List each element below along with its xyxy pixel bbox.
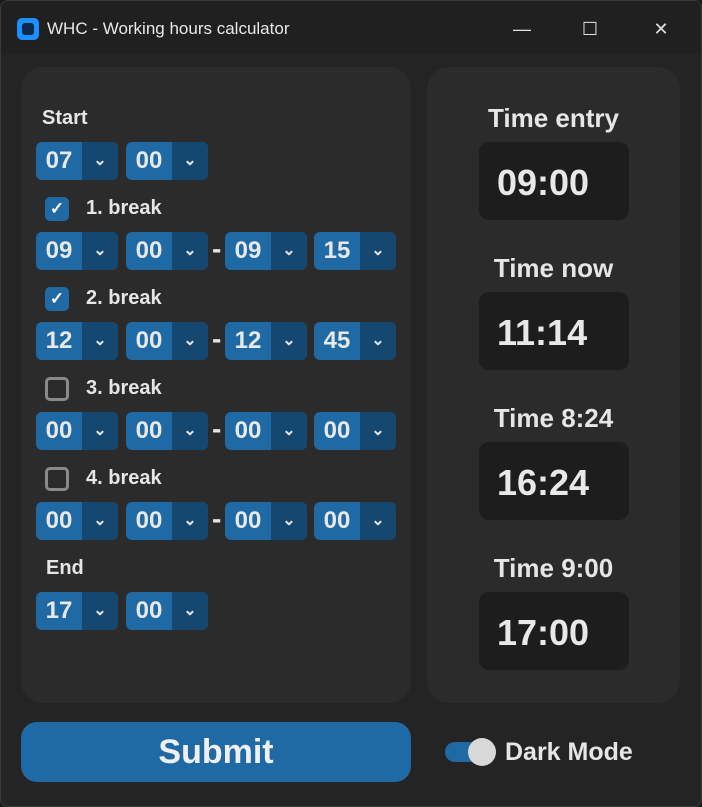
break-1-label: 1. break <box>86 197 162 219</box>
break-2-to-minute-select[interactable]: 45 ⌄ <box>314 322 396 360</box>
break-2-from-minute-select[interactable]: 00 ⌄ <box>126 322 208 360</box>
break-2-checkbox[interactable]: ✓ <box>45 287 69 311</box>
break-2-to-hour-value: 12 <box>234 327 262 354</box>
start-label: Start <box>42 107 88 129</box>
chevron-down-icon[interactable]: ⌄ <box>271 322 307 360</box>
result-label-4: Time 9:00 <box>493 553 614 583</box>
chevron-down-icon[interactable]: ⌄ <box>82 592 118 630</box>
break-4-from-hour-value: 00 <box>45 507 73 534</box>
start-minute-value: 00 <box>135 147 163 174</box>
break-4-to-hour-value: 00 <box>234 507 262 534</box>
chevron-down-icon[interactable]: ⌄ <box>271 502 307 540</box>
break-1-from-minute-select[interactable]: 00 ⌄ <box>126 232 208 270</box>
break-1-to-hour-select[interactable]: 09 ⌄ <box>225 232 307 270</box>
range-separator: - <box>212 323 222 354</box>
range-separator: - <box>212 233 222 264</box>
end-label: End <box>46 557 84 579</box>
range-separator: - <box>212 413 222 444</box>
break-2-to-minute-value: 45 <box>323 327 351 354</box>
chevron-down-icon[interactable]: ⌄ <box>172 502 208 540</box>
break-3-from-hour-select[interactable]: 00 ⌄ <box>36 412 118 450</box>
chevron-down-icon[interactable]: ⌄ <box>172 322 208 360</box>
break-1-from-minute-value: 00 <box>135 237 163 264</box>
break-2-to-hour-select[interactable]: 12 ⌄ <box>225 322 307 360</box>
break-4-from-minute-select[interactable]: 00 ⌄ <box>126 502 208 540</box>
chevron-down-icon[interactable]: ⌄ <box>360 322 396 360</box>
break-3-from-minute-select[interactable]: 00 ⌄ <box>126 412 208 450</box>
break-3-to-minute-select[interactable]: 00 ⌄ <box>314 412 396 450</box>
window-title: WHC - Working hours calculator <box>47 19 290 38</box>
start-hour-select[interactable]: 07 ⌄ <box>36 142 118 180</box>
result-label-1: Time entry <box>487 103 619 133</box>
break-1-to-minute-select[interactable]: 15 ⌄ <box>314 232 396 270</box>
break-3-from-minute-value: 00 <box>135 417 163 444</box>
break-2-from-minute-value: 00 <box>135 327 163 354</box>
app-icon <box>17 18 39 40</box>
break-4-from-minute-value: 00 <box>135 507 163 534</box>
result-label-2: Time now <box>493 253 614 283</box>
maximize-button[interactable]: ☐ <box>567 13 613 45</box>
result-value-box-1: 09:00 <box>479 142 629 220</box>
break-3-from-hour-value: 00 <box>45 417 73 444</box>
chevron-down-icon[interactable]: ⌄ <box>82 502 118 540</box>
chevron-down-icon[interactable]: ⌄ <box>82 142 118 180</box>
chevron-down-icon[interactable]: ⌄ <box>360 502 396 540</box>
break-3-to-hour-value: 00 <box>234 417 262 444</box>
chevron-down-icon[interactable]: ⌄ <box>360 232 396 270</box>
result-value-1: 09:00 <box>497 162 590 203</box>
start-minute-select[interactable]: 00 ⌄ <box>126 142 208 180</box>
break-3-checkbox[interactable] <box>45 377 69 401</box>
chevron-down-icon[interactable]: ⌄ <box>271 412 307 450</box>
title-bar: WHC - Working hours calculator — ☐ ✕ <box>1 1 701 53</box>
result-value-4: 17:00 <box>497 612 590 653</box>
break-4-checkbox[interactable] <box>45 467 69 491</box>
chevron-down-icon[interactable]: ⌄ <box>82 322 118 360</box>
chevron-down-icon[interactable]: ⌄ <box>172 142 208 180</box>
chevron-down-icon[interactable]: ⌄ <box>172 412 208 450</box>
switch-knob[interactable] <box>468 738 496 766</box>
break-2-label: 2. break <box>86 287 162 309</box>
chevron-down-icon[interactable]: ⌄ <box>172 592 208 630</box>
chevron-down-icon[interactable]: ⌄ <box>82 232 118 270</box>
break-4-to-minute-value: 00 <box>323 507 351 534</box>
break-1-to-hour-value: 09 <box>234 237 262 264</box>
result-value-box-3: 16:24 <box>479 442 629 520</box>
submit-button[interactable]: Submit <box>21 722 411 782</box>
result-value-3: 16:24 <box>497 462 590 503</box>
dark-mode-switch[interactable] <box>445 738 496 766</box>
dark-mode-label: Dark Mode <box>505 738 633 766</box>
result-value-box-2: 11:14 <box>479 292 629 370</box>
break-3-to-minute-value: 00 <box>323 417 351 444</box>
chevron-down-icon[interactable]: ⌄ <box>172 232 208 270</box>
end-hour-value: 17 <box>45 597 73 624</box>
result-label-3: Time 8:24 <box>493 403 614 433</box>
range-separator: - <box>212 503 222 534</box>
end-minute-value: 00 <box>135 597 163 624</box>
end-hour-select[interactable]: 17 ⌄ <box>36 592 118 630</box>
result-value-2: 11:14 <box>497 312 588 353</box>
break-4-to-minute-select[interactable]: 00 ⌄ <box>314 502 396 540</box>
break-4-label: 4. break <box>86 467 162 489</box>
chevron-down-icon[interactable]: ⌄ <box>360 412 396 450</box>
close-button[interactable]: ✕ <box>638 13 684 45</box>
break-1-from-hour-value: 09 <box>45 237 73 264</box>
break-4-to-hour-select[interactable]: 00 ⌄ <box>225 502 307 540</box>
break-1-checkbox[interactable]: ✓ <box>45 197 69 221</box>
break-1-to-minute-value: 15 <box>323 237 351 264</box>
minimize-button[interactable]: — <box>499 13 545 45</box>
start-hour-value: 07 <box>45 147 73 174</box>
break-4-from-hour-select[interactable]: 00 ⌄ <box>36 502 118 540</box>
result-value-box-4: 17:00 <box>479 592 629 670</box>
end-minute-select[interactable]: 00 ⌄ <box>126 592 208 630</box>
break-3-label: 3. break <box>86 377 162 399</box>
break-3-to-hour-select[interactable]: 00 ⌄ <box>225 412 307 450</box>
break-2-from-hour-select[interactable]: 12 ⌄ <box>36 322 118 360</box>
break-1-from-hour-select[interactable]: 09 ⌄ <box>36 232 118 270</box>
chevron-down-icon[interactable]: ⌄ <box>82 412 118 450</box>
app-window: WHC - Working hours calculator — ☐ ✕ Sta… <box>0 0 702 807</box>
chevron-down-icon[interactable]: ⌄ <box>271 232 307 270</box>
break-2-from-hour-value: 12 <box>45 327 73 354</box>
